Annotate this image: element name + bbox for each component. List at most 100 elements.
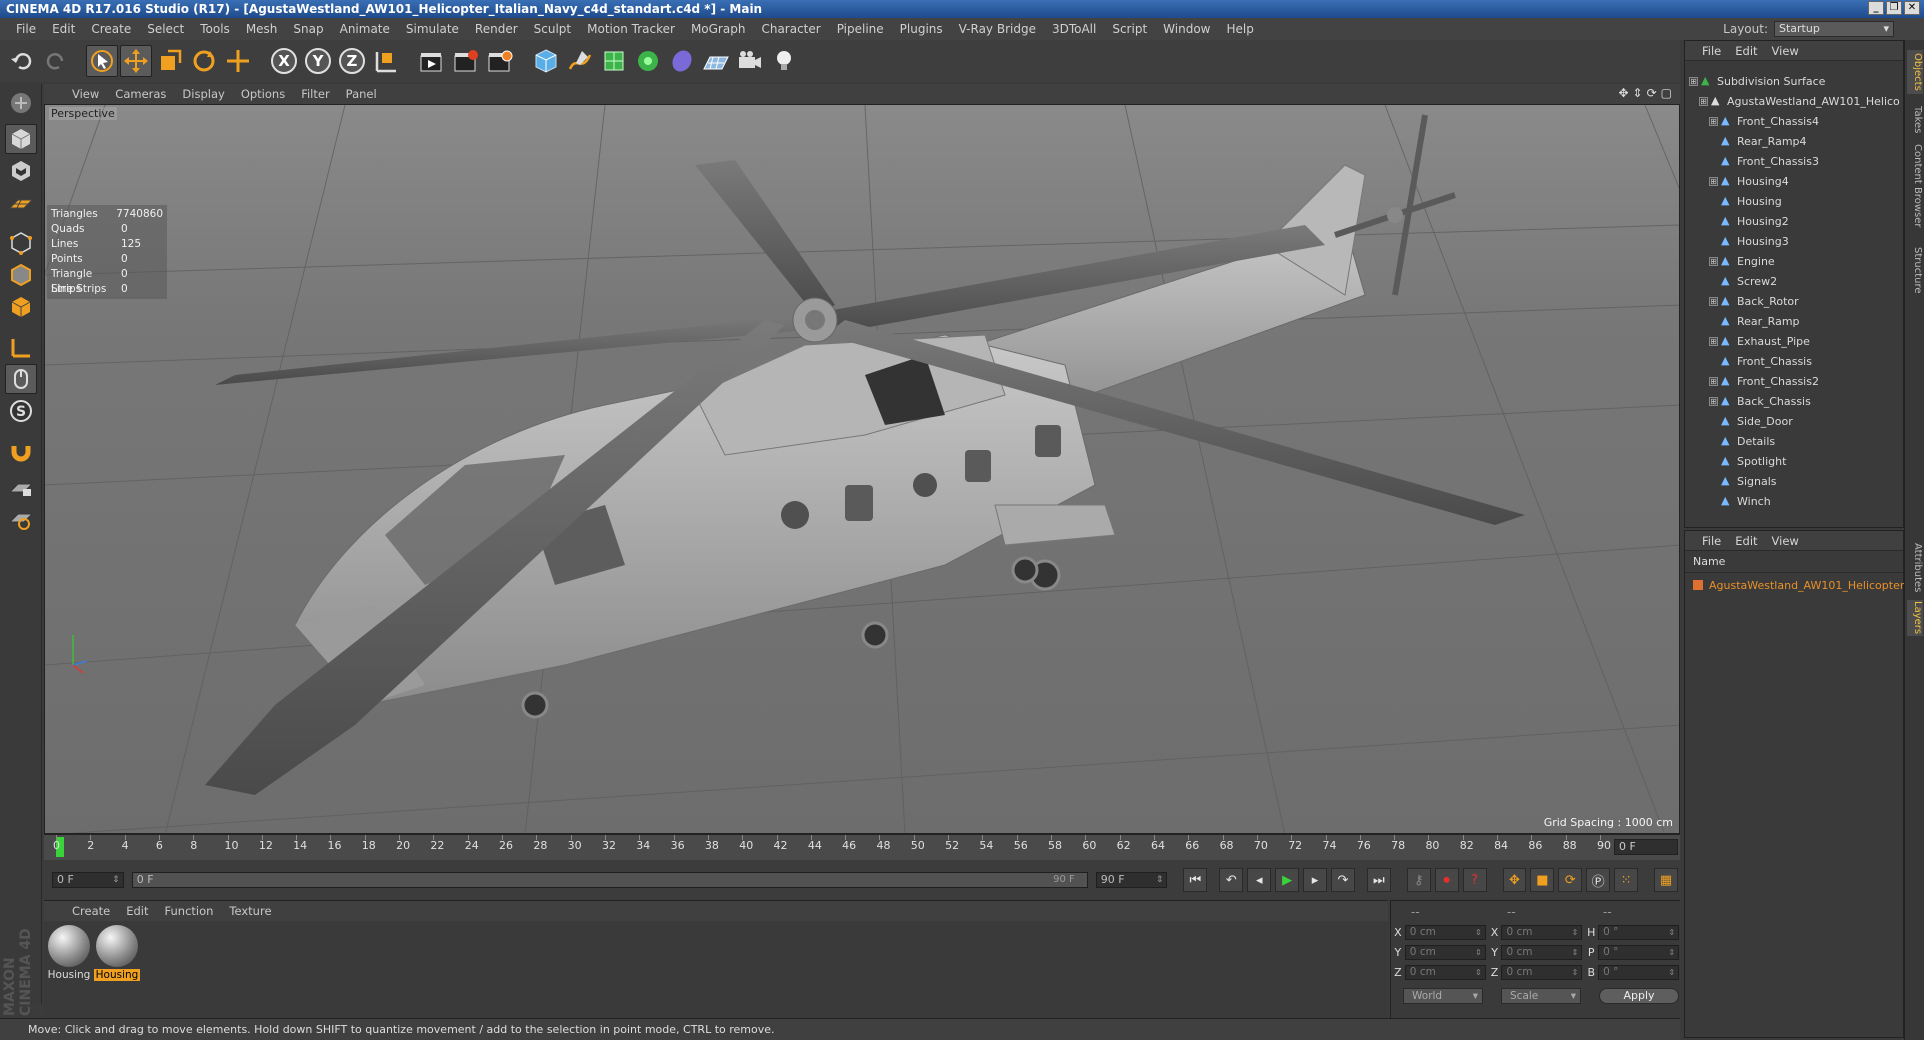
object-tree-item[interactable]: ▲ Rear_Ramp	[1709, 311, 1800, 331]
render-view-button[interactable]	[416, 45, 448, 77]
tweak-mode-button[interactable]	[5, 364, 37, 394]
spline-pen-button[interactable]	[564, 45, 596, 77]
object-tree-item[interactable]: ▲ Screw2	[1709, 271, 1777, 291]
previous-frame-button[interactable]: ◂	[1247, 868, 1272, 892]
workplane-mode-button[interactable]	[5, 188, 37, 218]
object-tree-item[interactable]: ▲ Winch	[1709, 491, 1771, 511]
position-key-button[interactable]: ✥	[1502, 868, 1527, 892]
object-tree-item[interactable]: ▲ Side_Door	[1709, 411, 1793, 431]
layers-menu-file[interactable]: File	[1695, 534, 1728, 548]
menu-tools[interactable]: Tools	[192, 22, 238, 36]
x-axis-lock-button[interactable]: X	[268, 45, 300, 77]
axis-mode-button[interactable]	[5, 332, 37, 362]
polygons-mode-button[interactable]	[5, 292, 37, 322]
undo-button[interactable]	[6, 45, 38, 77]
object-group[interactable]: ⊞ ▲ AgustaWestland_AW101_Helico	[1699, 91, 1900, 111]
menu-window[interactable]: Window	[1155, 22, 1218, 36]
menu-mesh[interactable]: Mesh	[238, 22, 286, 36]
menu-file[interactable]: File	[8, 22, 44, 36]
coordinate-mode-select[interactable]: World	[1403, 988, 1483, 1004]
object-tree-item[interactable]: ▲ Signals	[1709, 471, 1777, 491]
light-object-button[interactable]	[768, 45, 800, 77]
size-mode-select[interactable]: Scale	[1501, 988, 1581, 1004]
object-tree-item[interactable]: ▲ Front_Chassis3	[1709, 151, 1819, 171]
expand-toggle-icon[interactable]: ⊞	[1709, 116, 1718, 126]
material-menu-texture[interactable]: Texture	[221, 904, 279, 918]
menu-help[interactable]: Help	[1218, 22, 1261, 36]
object-tree-item[interactable]: ⊞ ▲ Exhaust_Pipe	[1709, 331, 1810, 351]
timeline-ruler[interactable]: 0 2 4 6 8 10 12 14 16 18 20 22 24 26 28 30 32 34 36 38 40 42 4…	[44, 834, 1680, 860]
rotation-key-button[interactable]: ⟳	[1558, 868, 1583, 892]
current-frame-field[interactable]: 0 F	[1614, 839, 1678, 855]
menu-3dtoall[interactable]: 3DToAll	[1044, 22, 1104, 36]
layers-menu-edit[interactable]: Edit	[1728, 534, 1764, 548]
viewport-camera-label[interactable]: Perspective	[49, 107, 117, 120]
menu-sculpt[interactable]: Sculpt	[526, 22, 579, 36]
magnet-snap-button[interactable]	[5, 436, 37, 466]
menu-v-ray-bridge[interactable]: V-Ray Bridge	[951, 22, 1044, 36]
redo-button[interactable]	[40, 45, 72, 77]
object-tree-item[interactable]: ▲ Front_Chassis	[1709, 351, 1812, 371]
viewport-menu-panel[interactable]: Panel	[338, 87, 385, 101]
viewport-menu-filter[interactable]: Filter	[293, 87, 337, 101]
timeline-window-button[interactable]: ▦	[1654, 868, 1678, 892]
side-tab-content-browser[interactable]: Content Browser	[1907, 140, 1923, 232]
side-tab-attributes[interactable]: Attributes	[1907, 540, 1923, 596]
object-subdivision-surface[interactable]: ⊞ ▲ Subdivision Surface	[1689, 71, 1825, 91]
keyframe-selection-button[interactable]: ?	[1462, 868, 1487, 892]
next-frame-button[interactable]: ▸	[1303, 868, 1327, 892]
point-level-key-button[interactable]: ⁙	[1614, 868, 1639, 892]
toggle-layout-icon[interactable]: ▢	[1661, 86, 1672, 100]
side-tab-structure[interactable]: Structure	[1907, 240, 1923, 300]
rotate-tool-button[interactable]	[188, 45, 220, 77]
go-to-start-button[interactable]: ⏮	[1183, 868, 1208, 892]
coord-field[interactable]: 0 ° ⇕	[1598, 964, 1680, 980]
perspective-viewport[interactable]: Perspective Triangles 7740860 Quads 0 Lines 1…	[44, 104, 1680, 834]
side-tab-takes[interactable]: Takes	[1907, 100, 1923, 140]
autokey-button[interactable]: ⏺	[1434, 868, 1459, 892]
object-tree-item[interactable]: ▲ Rear_Ramp4	[1709, 131, 1807, 151]
material-menu-function[interactable]: Function	[157, 904, 222, 918]
live-selection-button[interactable]	[86, 45, 118, 77]
menu-simulate[interactable]: Simulate	[398, 22, 467, 36]
side-tab-layers[interactable]: Layers	[1907, 600, 1923, 636]
pan-view-icon[interactable]: ✥	[1618, 86, 1628, 100]
y-axis-lock-button[interactable]: Y	[302, 45, 334, 77]
model-mode-button[interactable]	[5, 124, 37, 154]
material-swatch-selected[interactable]: Housing	[94, 925, 140, 981]
cloner-button[interactable]	[632, 45, 664, 77]
viewport-menu-options[interactable]: Options	[233, 87, 293, 101]
render-picture-viewer-button[interactable]	[450, 45, 482, 77]
coord-field[interactable]: 0 cm ⇕	[1501, 964, 1583, 980]
coord-field[interactable]: 0 cm ⇕	[1501, 924, 1583, 940]
coord-field[interactable]: 0 cm ⇕	[1501, 944, 1583, 960]
object-tree-item[interactable]: ⊞ ▲ Housing4	[1709, 171, 1789, 191]
menu-select[interactable]: Select	[139, 22, 192, 36]
layout-select[interactable]: Startup	[1774, 21, 1894, 37]
menu-snap[interactable]: Snap	[285, 22, 331, 36]
parameter-key-button[interactable]: Ⓟ	[1586, 868, 1611, 892]
snap-toggle-button[interactable]: S	[5, 396, 37, 426]
menu-create[interactable]: Create	[83, 22, 139, 36]
expand-toggle-icon[interactable]: ⊞	[1709, 296, 1718, 306]
expand-toggle-icon[interactable]: ⊞	[1709, 176, 1718, 186]
object-tree-item[interactable]: ⊞ ▲ Engine	[1709, 251, 1775, 271]
side-tab-objects[interactable]: Objects	[1907, 50, 1923, 94]
coord-field[interactable]: 0 ° ⇕	[1598, 944, 1680, 960]
camera-object-button[interactable]	[734, 45, 766, 77]
points-mode-button[interactable]	[5, 228, 37, 258]
frame-range-slider[interactable]: 0 F 90 F	[131, 872, 1088, 888]
expand-toggle-icon[interactable]: ⊞	[1709, 376, 1718, 386]
coordinate-system-button[interactable]	[370, 45, 402, 77]
layer-row[interactable]: AgustaWestland_AW101_Helicopter	[1693, 575, 1904, 595]
expand-toggle-icon[interactable]: ⊞	[1709, 256, 1718, 266]
orbit-view-icon[interactable]: ⟳	[1647, 86, 1657, 100]
apply-button[interactable]: Apply	[1599, 988, 1679, 1004]
next-key-button[interactable]: ↷	[1330, 868, 1355, 892]
menu-plugins[interactable]: Plugins	[892, 22, 951, 36]
objects-menu-view[interactable]: View	[1765, 44, 1806, 58]
menu-animate[interactable]: Animate	[332, 22, 398, 36]
material-menu-create[interactable]: Create	[64, 904, 118, 918]
material-menu-edit[interactable]: Edit	[118, 904, 156, 918]
objects-menu-file[interactable]: File	[1695, 44, 1728, 58]
